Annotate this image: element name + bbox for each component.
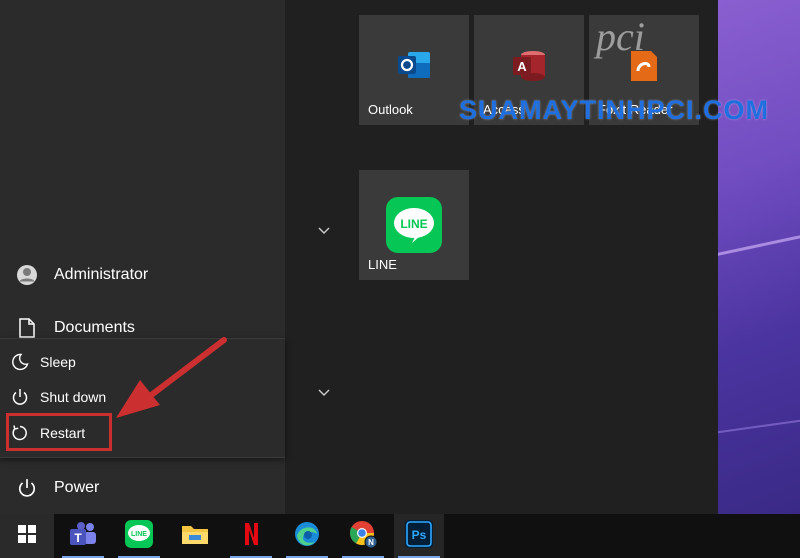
restart-label: Restart xyxy=(40,425,86,441)
chevron-down-icon[interactable] xyxy=(318,222,330,238)
taskbar-chrome[interactable]: N xyxy=(338,514,388,558)
watermark-suffix: PCI.COM xyxy=(646,95,770,125)
power-icon xyxy=(0,478,54,498)
user-account-item[interactable]: Administrator xyxy=(0,253,285,297)
restart-icon xyxy=(0,424,40,442)
start-app-list xyxy=(285,0,365,514)
file-explorer-icon xyxy=(181,522,209,551)
sleep-option[interactable]: Sleep xyxy=(0,345,285,379)
svg-text:T: T xyxy=(74,531,82,545)
tile-outlook[interactable]: Outlook xyxy=(359,15,469,125)
taskbar-netflix[interactable] xyxy=(226,514,276,558)
start-menu: Administrator Documents Sleep Shut down … xyxy=(0,0,718,514)
power-icon xyxy=(0,388,40,406)
taskbar-photoshop[interactable]: Ps xyxy=(394,514,444,558)
edge-icon xyxy=(293,520,321,553)
user-icon xyxy=(0,264,54,286)
watermark-text: SUAMAYTINH xyxy=(459,95,647,125)
line-icon: LINE xyxy=(386,197,442,258)
sleep-label: Sleep xyxy=(40,354,76,370)
moon-icon xyxy=(0,353,40,371)
documents-label: Documents xyxy=(54,319,135,336)
netflix-icon xyxy=(239,519,263,553)
start-button[interactable] xyxy=(0,514,54,558)
windows-start-icon xyxy=(18,524,36,548)
document-icon xyxy=(0,318,54,338)
svg-text:LINE: LINE xyxy=(131,531,147,538)
tile-line[interactable]: LINE LINE xyxy=(359,170,469,280)
chrome-icon: N xyxy=(348,519,378,554)
user-name-label: Administrator xyxy=(54,266,149,283)
shut-down-label: Shut down xyxy=(40,389,107,405)
line-icon: LINE xyxy=(125,519,153,553)
tile-label: Outlook xyxy=(368,102,413,117)
svg-text:pci: pci xyxy=(593,14,645,59)
svg-text:Ps: Ps xyxy=(412,528,427,542)
desktop-wallpaper xyxy=(718,0,800,514)
teams-icon: T xyxy=(69,521,97,552)
svg-text:A: A xyxy=(517,59,527,74)
chevron-down-icon[interactable] xyxy=(318,384,330,400)
photoshop-icon: Ps xyxy=(405,519,433,553)
taskbar-edge[interactable] xyxy=(282,514,332,558)
outlook-icon xyxy=(396,49,432,86)
site-watermark: SUAMAYTINHPCI.COM xyxy=(459,95,769,126)
restart-option[interactable]: Restart xyxy=(0,416,285,450)
taskbar-file-explorer[interactable] xyxy=(170,514,220,558)
power-label: Power xyxy=(54,479,100,496)
tile-label: LINE xyxy=(368,257,397,272)
power-item[interactable]: Power xyxy=(0,466,285,510)
taskbar-teams[interactable]: T xyxy=(58,514,108,558)
chrome-profile-badge: N xyxy=(368,538,374,547)
taskbar: T LINE N Ps xyxy=(0,514,800,558)
pci-logo-watermark: pci xyxy=(588,8,668,68)
svg-text:LINE: LINE xyxy=(400,217,427,231)
access-icon: A xyxy=(511,49,547,88)
shut-down-option[interactable]: Shut down xyxy=(0,380,285,414)
power-options-flyout: Sleep Shut down Restart xyxy=(0,338,285,458)
taskbar-line[interactable]: LINE xyxy=(114,514,164,558)
